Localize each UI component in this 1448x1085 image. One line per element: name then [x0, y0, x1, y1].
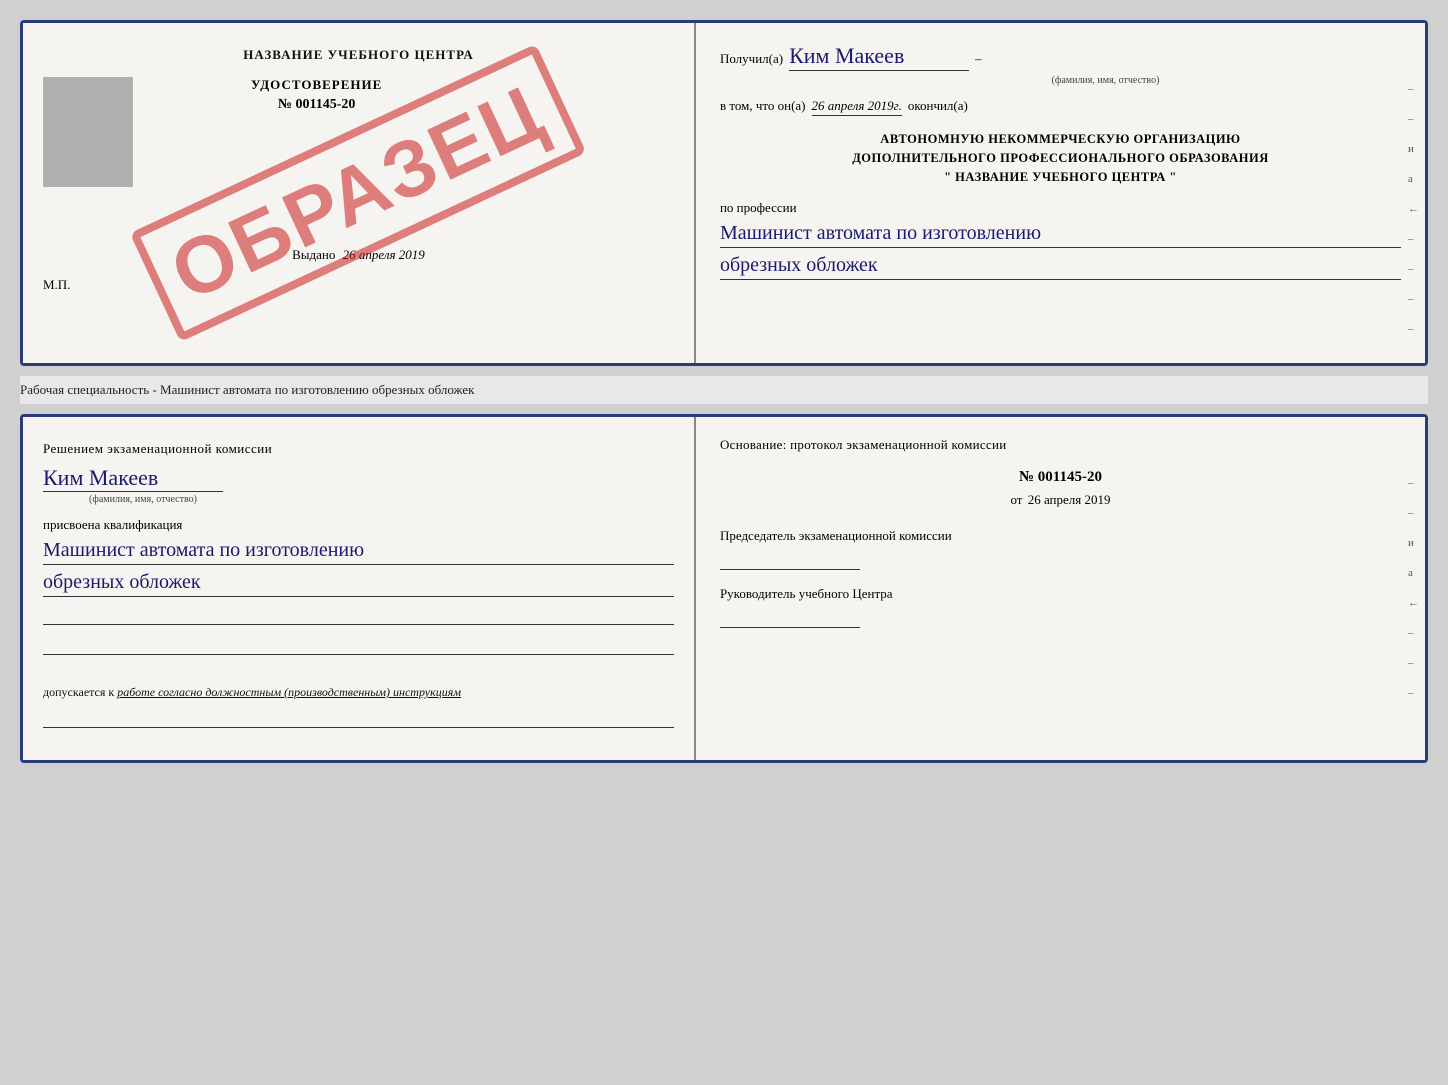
dopuskaetsya-text: работе согласно должностным (производств… [117, 685, 461, 699]
photo-placeholder [43, 77, 133, 187]
profession-line1-bottom: Машинист автомата по изготовлению [43, 539, 674, 565]
bottom-doc-right: Основание: протокол экзаменационной коми… [696, 417, 1425, 760]
side-marks-top: – – и а ← – – – – [1408, 83, 1419, 335]
separator-text: Рабочая специальность - Машинист автомат… [20, 376, 1428, 404]
org-quote-open: " [944, 170, 951, 184]
mp-label: М.П. [43, 277, 674, 293]
top-document: НАЗВАНИЕ УЧЕБНОГО ЦЕНТРА УДОСТОВЕРЕНИЕ №… [20, 20, 1428, 366]
cert-number: № 001145-20 [251, 97, 382, 113]
recipient-name: Ким Макеев [789, 43, 969, 71]
predsedatel-label: Председатель экзаменационной комиссии [720, 528, 1401, 544]
bottom-doc-left: Решением экзаменационной комиссии Ким Ма… [23, 417, 696, 760]
vydano-line: Выдано 26 апреля 2019 [43, 247, 674, 263]
vtom-line: в том, что он(а) 26 апреля 2019г. окончи… [720, 98, 1401, 116]
bottom-name: Ким Макеев [43, 465, 674, 494]
underline1 [43, 603, 674, 625]
fio-hint-top: (фамилия, имя, отчество) [810, 75, 1401, 86]
vydano-date: 26 апреля 2019 [343, 247, 425, 262]
org-name: НАЗВАНИЕ УЧЕБНОГО ЦЕНТРА [955, 170, 1166, 184]
protocol-number: № 001145-20 [720, 469, 1401, 486]
org-block: АВТОНОМНУЮ НЕКОММЕРЧЕСКУЮ ОРГАНИЗАЦИЮ ДО… [720, 130, 1401, 186]
underline2 [43, 633, 674, 655]
poluchil-label: Получил(а) [720, 51, 783, 67]
org-name-line: " НАЗВАНИЕ УЧЕБНОГО ЦЕНТРА " [720, 168, 1401, 187]
poluchil-line: Получил(а) Ким Макеев – [720, 43, 1401, 71]
vtom-label: в том, что он(а) [720, 98, 806, 114]
rukovoditel-block: Руководитель учебного Центра [720, 586, 1401, 628]
ot-date-line: от 26 апреля 2019 [720, 492, 1401, 508]
profession-line2-bottom: обрезных обложек [43, 571, 674, 597]
vydano-label: Выдано [292, 247, 335, 262]
predsedatel-block: Председатель экзаменационной комиссии [720, 528, 1401, 570]
ot-date: 26 апреля 2019 [1028, 492, 1111, 507]
top-doc-right: Получил(а) Ким Макеев – (фамилия, имя, о… [696, 23, 1425, 363]
dopuskaetsya-label: допускается к [43, 685, 114, 699]
prisvоena-label: присвоена квалификация [43, 517, 674, 533]
dash-after-name: – [975, 51, 982, 67]
org-line1: АВТОНОМНУЮ НЕКОММЕРЧЕСКУЮ ОРГАНИЗАЦИЮ [720, 130, 1401, 149]
cert-label: УДОСТОВЕРЕНИЕ [251, 77, 382, 93]
resheniem-label: Решением экзаменационной комиссии [43, 441, 674, 457]
profession-line2-top: обрезных обложек [720, 254, 1401, 280]
side-marks-bottom: – – и а ← – – – [1408, 477, 1419, 699]
predsedatel-sig-line [720, 548, 860, 570]
rukovoditel-label: Руководитель учебного Центра [720, 586, 1401, 602]
po-professii-label: по профессии [720, 200, 1401, 216]
org-line2: ДОПОЛНИТЕЛЬНОГО ПРОФЕССИОНАЛЬНОГО ОБРАЗО… [720, 149, 1401, 168]
vtom-date: 26 апреля 2019г. [812, 98, 902, 116]
rukovoditel-sig-line [720, 606, 860, 628]
school-name-top: НАЗВАНИЕ УЧЕБНОГО ЦЕНТРА [43, 47, 674, 63]
dopuskaetsya-block: допускается к работе согласно должностны… [43, 685, 674, 700]
bottom-document: Решением экзаменационной комиссии Ким Ма… [20, 414, 1428, 763]
cert-block: УДОСТОВЕРЕНИЕ № 001145-20 [251, 77, 382, 113]
top-doc-left: НАЗВАНИЕ УЧЕБНОГО ЦЕНТРА УДОСТОВЕРЕНИЕ №… [23, 23, 696, 363]
org-quote-close: " [1169, 170, 1176, 184]
fio-hint-bottom: (фамилия, имя, отчество) [43, 494, 243, 505]
osnovanie-label: Основание: протокол экзаменационной коми… [720, 437, 1401, 453]
profession-line1-top: Машинист автомата по изготовлению [720, 222, 1401, 248]
underline3 [43, 706, 674, 728]
ot-prefix: от [1010, 492, 1022, 507]
okonchil-label: окончил(а) [908, 98, 968, 114]
